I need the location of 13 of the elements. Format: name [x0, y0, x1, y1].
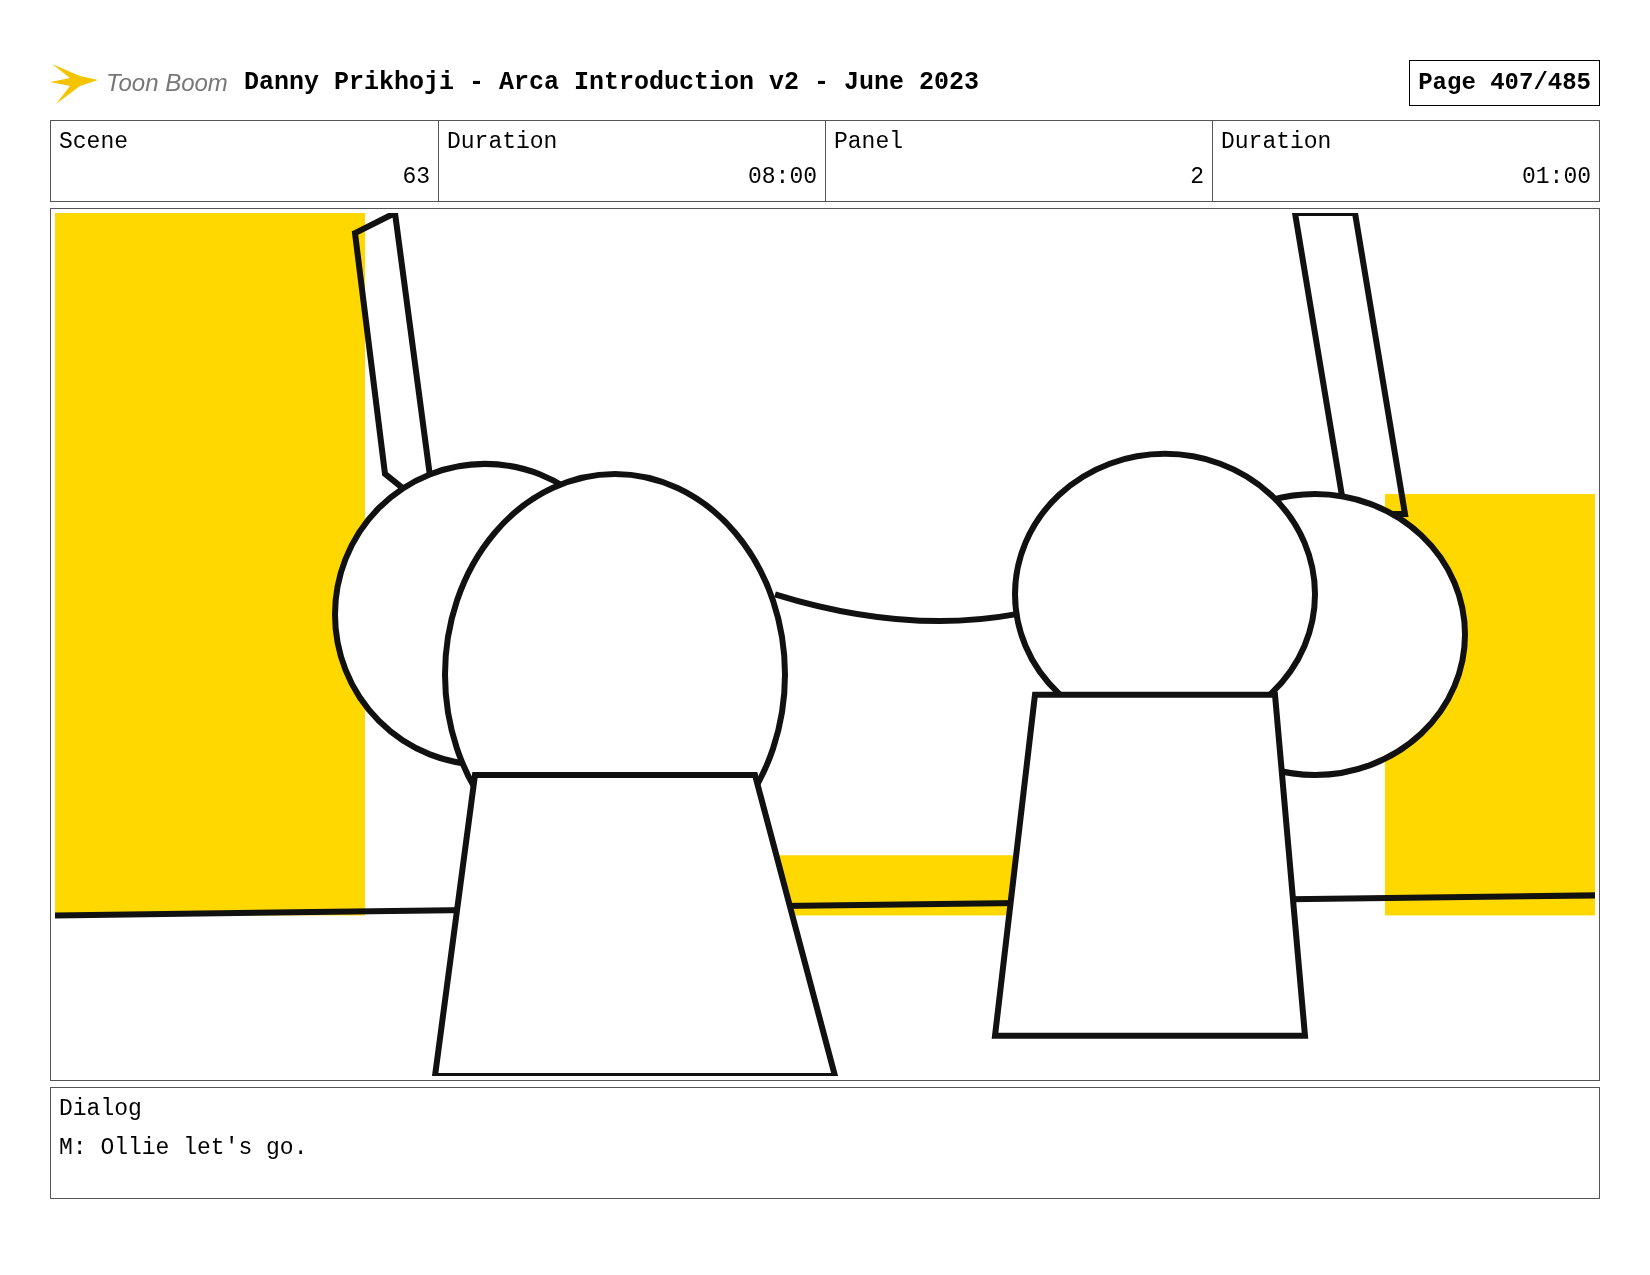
table-cell-text: 01:00	[1522, 162, 1591, 192]
column-header: Scene	[59, 128, 128, 157]
dialog-text: M: Ollie let's go.	[59, 1133, 309, 1163]
table-cell-text: 2	[1190, 162, 1204, 192]
dialog-label: Dialog	[59, 1095, 143, 1124]
page-number: Page 407/485	[1409, 60, 1600, 106]
logo-text: Toon Boom	[106, 68, 228, 98]
column-header: Panel	[834, 128, 903, 157]
column-header: Duration	[1221, 128, 1332, 157]
column-header: Duration	[447, 128, 558, 157]
table-cell-text: 63	[402, 162, 430, 192]
table-cell-text: 08:00	[748, 162, 817, 192]
document-title: Danny Prikhoji - Arca Introduction v2 - June 2023	[243, 67, 979, 100]
